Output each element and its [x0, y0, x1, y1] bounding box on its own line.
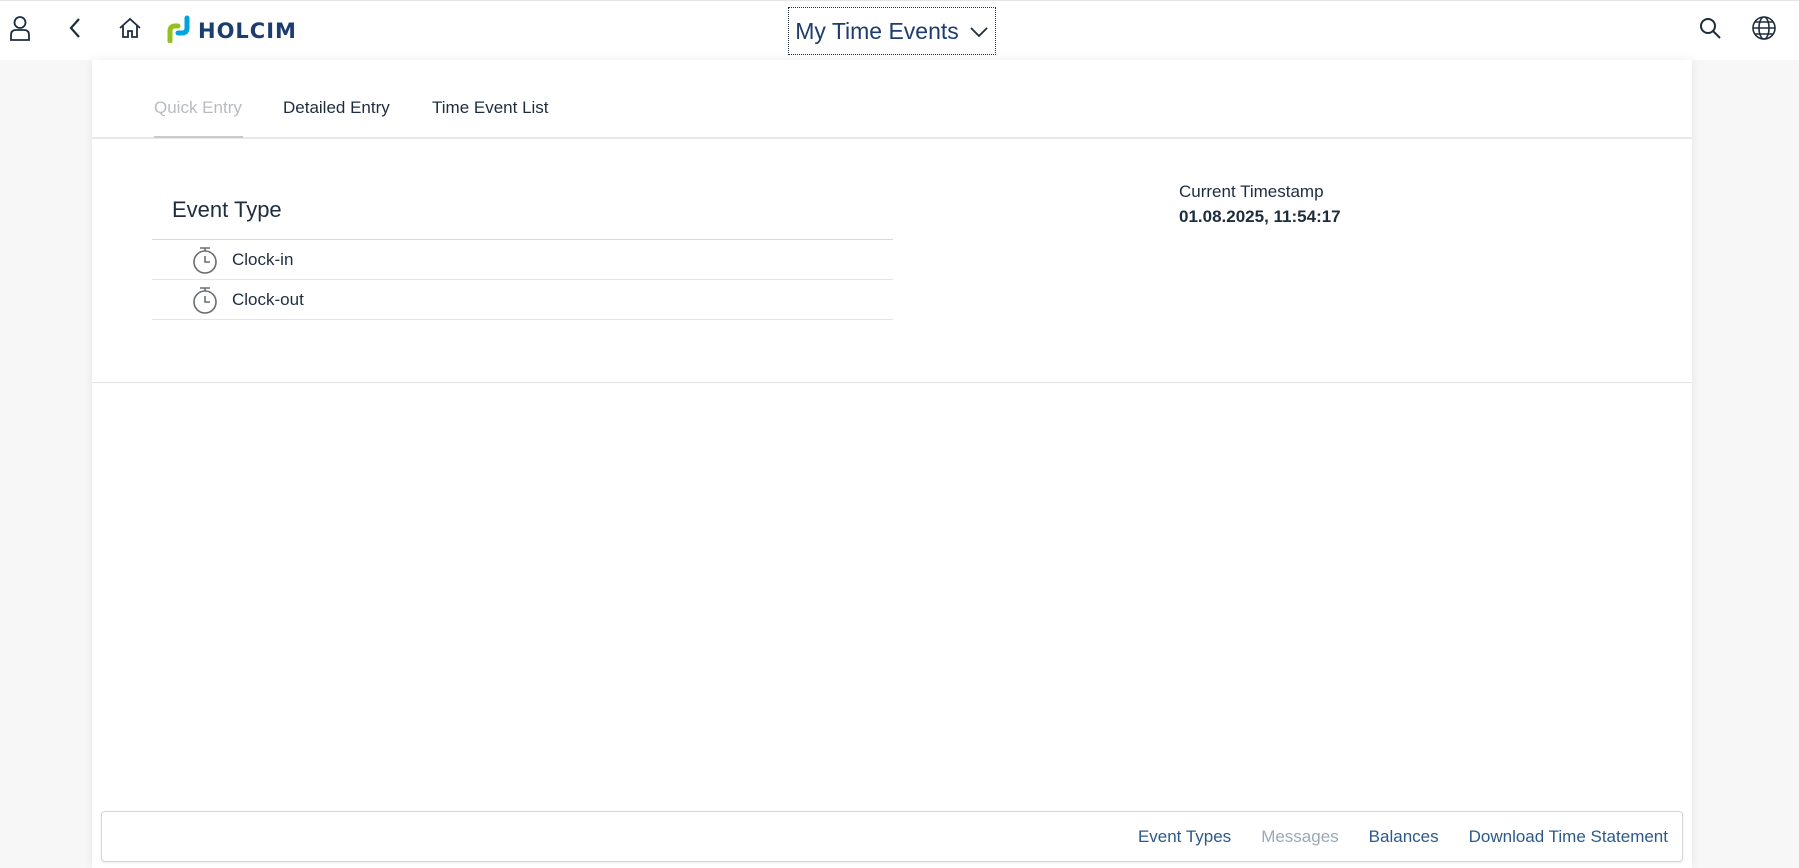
event-row-clock-out[interactable]: Clock-out: [152, 280, 893, 320]
company-logo: HOLCIM: [166, 15, 297, 47]
download-time-statement-button[interactable]: Download Time Statement: [1469, 827, 1668, 847]
selected-tab-indicator: [154, 136, 243, 138]
chevron-down-icon: [969, 18, 989, 45]
event-type-list: Clock-in Clock-out: [152, 239, 893, 320]
event-type-heading: Event Type: [172, 197, 282, 222]
footer-toolbar: Event Types Messages Balances Download T…: [101, 811, 1683, 862]
home-icon: [118, 17, 142, 44]
back-arrow-icon: [68, 16, 82, 45]
tab-detailed-entry[interactable]: Detailed Entry: [283, 98, 390, 118]
search-button[interactable]: [1693, 13, 1727, 47]
balances-button[interactable]: Balances: [1369, 827, 1439, 847]
profile-button[interactable]: [3, 13, 37, 47]
tab-quick-entry[interactable]: Quick Entry: [154, 98, 242, 118]
holcim-logo-mark: [166, 15, 194, 48]
logo-text: HOLCIM: [198, 19, 297, 43]
shell-header: HOLCIM My Time Events: [0, 0, 1799, 60]
page-container: Quick Entry Detailed Entry Time Event Li…: [92, 60, 1692, 868]
tab-time-event-list[interactable]: Time Event List: [432, 98, 549, 118]
event-row-clock-in[interactable]: Clock-in: [152, 240, 893, 280]
event-label: Clock-out: [232, 289, 304, 309]
back-button[interactable]: [58, 13, 92, 47]
event-types-button[interactable]: Event Types: [1138, 827, 1231, 847]
language-button[interactable]: [1747, 13, 1781, 47]
messages-button[interactable]: Messages: [1261, 827, 1338, 847]
stopwatch-icon: [190, 245, 220, 275]
stopwatch-icon: [190, 285, 220, 315]
footer-actions: Event Types Messages Balances Download T…: [1138, 812, 1668, 861]
app-title-menu[interactable]: My Time Events: [788, 7, 996, 55]
tab-bar: Quick Entry Detailed Entry Time Event Li…: [92, 60, 1692, 139]
timestamp-label: Current Timestamp: [1179, 182, 1324, 201]
search-icon: [1698, 16, 1722, 45]
timestamp-value: 01.08.2025, 11:54:17: [1179, 207, 1341, 226]
globe-icon: [1751, 15, 1777, 46]
app-title: My Time Events: [795, 17, 959, 44]
event-label: Clock-in: [232, 249, 294, 269]
quick-entry-panel: Event Type Clock-in Clock-out Current Ti…: [92, 139, 1692, 383]
user-icon: [9, 15, 31, 46]
home-button[interactable]: [113, 13, 147, 47]
